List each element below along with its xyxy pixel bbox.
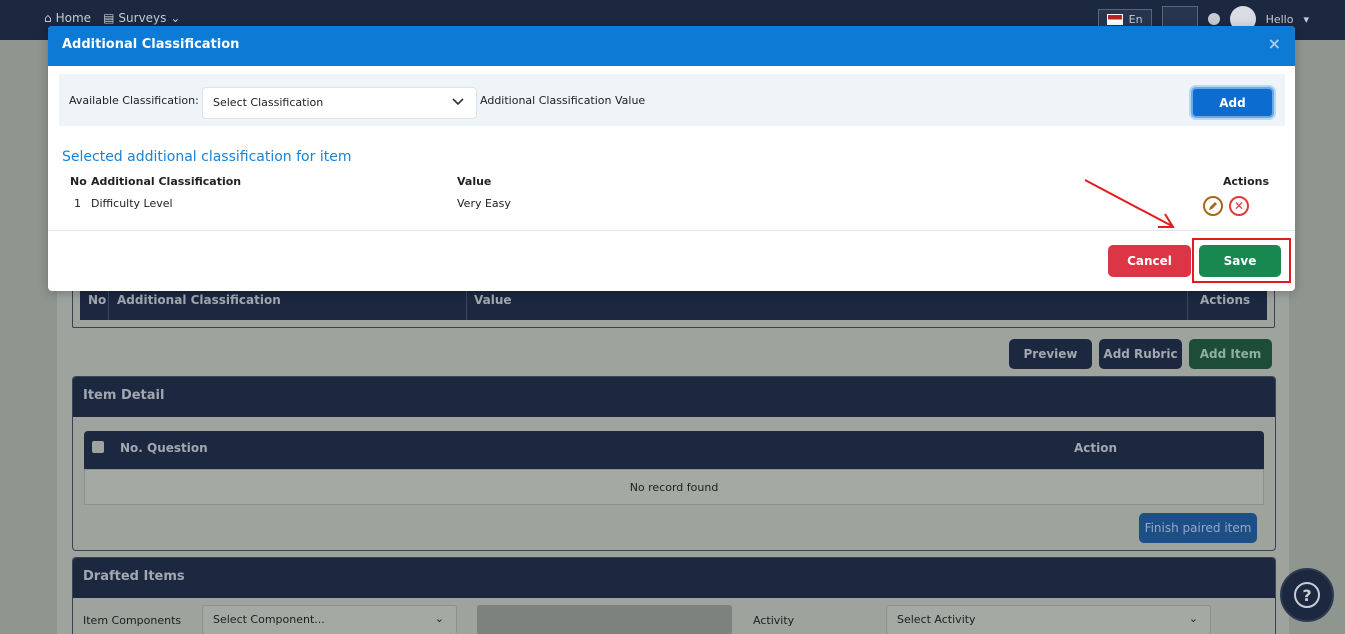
home-icon: ⌂	[44, 11, 52, 25]
classification-select[interactable]: Select Classification	[202, 87, 477, 119]
add-rubric-button[interactable]: Add Rubric	[1099, 339, 1182, 369]
col-value: Value	[474, 293, 512, 307]
cancel-button[interactable]: Cancel	[1108, 245, 1191, 277]
nav-surveys[interactable]: ▤ Surveys ⌄	[103, 11, 180, 25]
chevron-down-icon[interactable]: ▾	[1303, 13, 1309, 26]
chevron-down-icon: ⌄	[1188, 612, 1198, 625]
classification-form: Available Classification: Select Classif…	[59, 74, 1285, 126]
finish-paired-item-button[interactable]: Finish paired item	[1139, 513, 1257, 543]
col-value: Value	[457, 175, 492, 188]
row-no: 1	[74, 197, 81, 210]
modal-title: Additional Classification	[62, 37, 240, 52]
empty-state: No record found	[84, 469, 1264, 505]
component-select[interactable]: Select Component... ⌄	[202, 605, 457, 634]
available-classification-label: Available Classification:	[69, 94, 199, 107]
col-question: Question	[147, 441, 208, 455]
item-detail-panel: Item Detail No. Question Action No recor…	[72, 376, 1276, 551]
item-detail-title: Item Detail	[73, 377, 1275, 417]
chevron-down-icon: ⌄	[170, 11, 181, 25]
item-detail-table-header: No. Question Action	[84, 431, 1264, 469]
drafted-items-title: Drafted Items	[73, 558, 1275, 598]
col-classification: Additional Classification	[117, 293, 281, 307]
add-button[interactable]: Add	[1191, 87, 1274, 118]
chevron-down-icon	[452, 96, 464, 109]
main-nav: ⌂ Home ▤ Surveys ⌄	[44, 11, 180, 25]
activity-label: Activity	[753, 614, 795, 627]
row-classification: Difficulty Level	[91, 197, 173, 210]
help-icon: ?	[1294, 582, 1320, 608]
col-actions: Actions	[1223, 175, 1269, 188]
survey-icon: ▤	[103, 11, 115, 25]
select-all-checkbox[interactable]	[92, 441, 104, 453]
save-highlight-box	[1192, 238, 1291, 283]
activity-select[interactable]: Select Activity ⌄	[886, 605, 1211, 634]
nav-home[interactable]: ⌂ Home	[44, 11, 91, 25]
bell-icon[interactable]	[1207, 13, 1220, 25]
col-no: No.	[120, 441, 143, 455]
delete-icon[interactable]: ✕	[1229, 196, 1249, 216]
help-button[interactable]: ?	[1280, 568, 1334, 622]
col-actions: Actions	[1200, 293, 1251, 307]
edit-icon[interactable]	[1203, 196, 1223, 216]
col-no: No	[88, 293, 107, 307]
col-classification: Additional Classification	[91, 175, 242, 188]
add-item-button[interactable]: Add Item	[1189, 339, 1272, 369]
close-icon[interactable]: ×	[1268, 36, 1281, 52]
annotation-arrow	[1084, 179, 1175, 228]
us-flag-icon	[1106, 13, 1123, 25]
classification-value-label: Additional Classification Value	[480, 94, 646, 107]
row-value: Very Easy	[457, 197, 511, 210]
chevron-down-icon: ⌄	[434, 612, 444, 625]
preview-button[interactable]: Preview	[1009, 339, 1092, 369]
user-greeting: Hello	[1265, 12, 1294, 26]
item-components-label: Item Components	[83, 614, 182, 627]
disabled-field	[477, 605, 732, 634]
col-no: No	[70, 175, 87, 188]
col-action: Action	[1074, 441, 1118, 455]
section-title: Selected additional classification for i…	[62, 149, 352, 165]
additional-classification-modal: Additional Classification × Available Cl…	[48, 26, 1295, 291]
modal-header: Additional Classification ×	[48, 26, 1295, 66]
